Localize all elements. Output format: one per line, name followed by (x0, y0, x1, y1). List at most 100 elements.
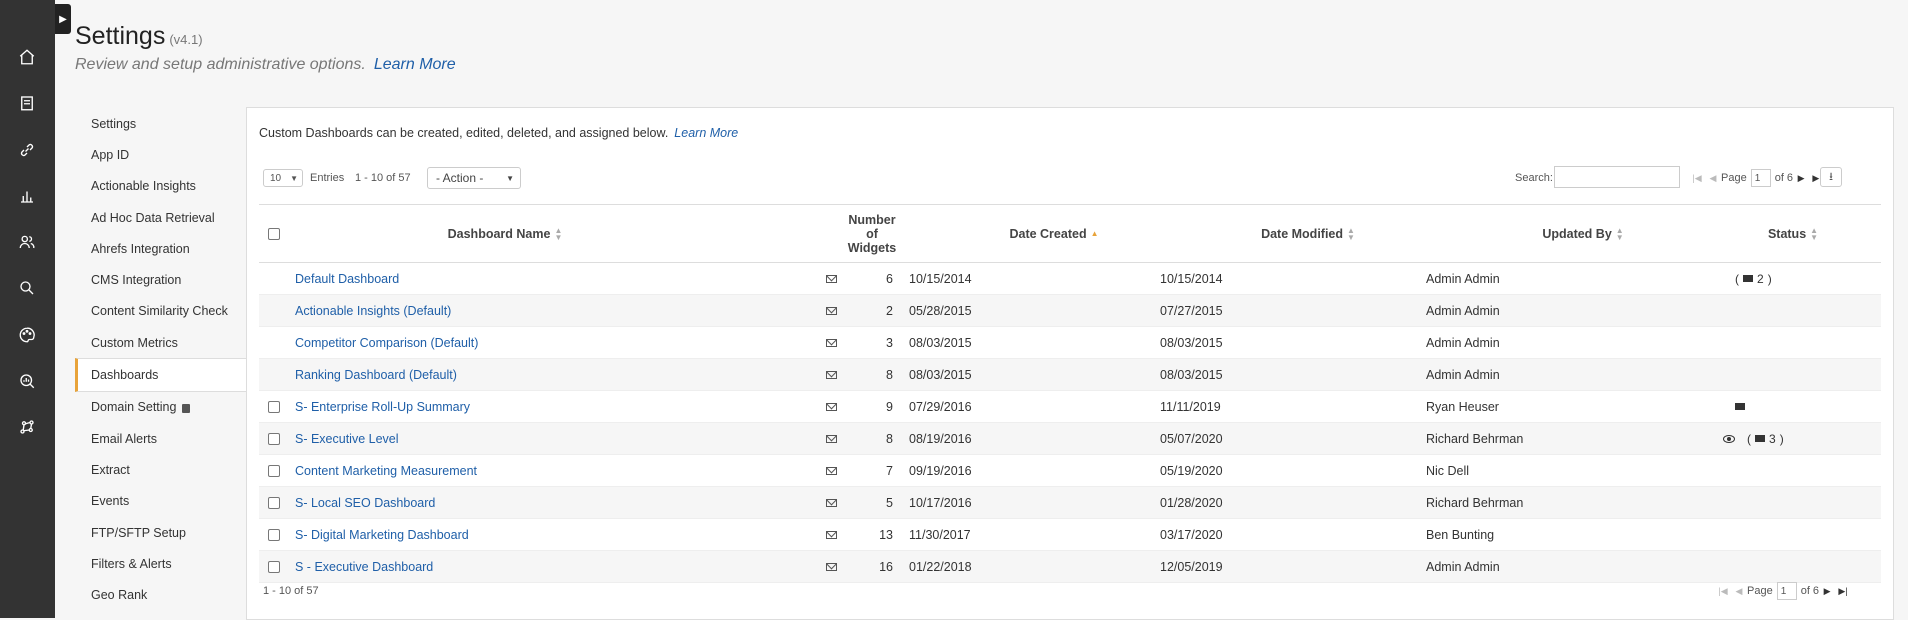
table-cell (821, 487, 841, 518)
network-icon[interactable] (16, 416, 38, 438)
panel-learn-more-link[interactable]: Learn More (674, 126, 738, 140)
email-icon[interactable] (825, 338, 837, 347)
table-row[interactable]: S - Executive Dashboard 16 01/22/2018 12/05… (259, 551, 1881, 583)
col-date-created[interactable]: Date Created ▲ (979, 205, 1129, 262)
row-checkbox[interactable] (268, 528, 280, 541)
widget-count: 16 (879, 559, 893, 574)
settings-nav-item[interactable]: Ahrefs Integration (75, 233, 247, 264)
users-icon[interactable] (16, 231, 38, 253)
table-cell: Richard Behrman (1426, 423, 1586, 454)
dashboard-name-link[interactable]: S- Digital Marketing Dashboard (295, 528, 469, 542)
dashboard-name-link[interactable]: Competitor Comparison (Default) (295, 336, 478, 350)
settings-nav-item[interactable]: Extract (75, 454, 247, 485)
settings-nav-item[interactable]: CMS Integration (75, 264, 247, 295)
row-checkbox[interactable] (268, 560, 280, 573)
row-checkbox[interactable] (268, 432, 280, 445)
widget-count: 5 (886, 495, 893, 510)
dashboard-name-link[interactable]: S - Executive Dashboard (295, 560, 433, 574)
dashboard-name-link[interactable]: Content Marketing Measurement (295, 464, 477, 478)
date-modified: 10/15/2014 (1160, 271, 1223, 286)
download-button[interactable]: ⭳ (1820, 167, 1842, 187)
magnify-chart-icon[interactable] (16, 370, 38, 392)
settings-nav-item[interactable]: Email Alerts (75, 423, 247, 454)
dashboard-name-link[interactable]: S- Enterprise Roll-Up Summary (295, 400, 470, 414)
bar-chart-icon[interactable] (16, 185, 38, 207)
table-cell: S- Enterprise Roll-Up Summary (295, 391, 715, 422)
settings-nav-item[interactable]: Actionable Insights (75, 171, 247, 202)
table-cell (821, 455, 841, 486)
table-cell (821, 423, 841, 454)
settings-nav-item[interactable]: Filters & Alerts (75, 548, 247, 579)
table-cell (267, 519, 281, 550)
dashboard-name-link[interactable]: S- Executive Level (295, 432, 399, 446)
email-icon[interactable] (825, 562, 837, 571)
row-checkbox[interactable] (268, 400, 280, 413)
email-icon[interactable] (825, 466, 837, 475)
search-input[interactable] (1554, 166, 1680, 188)
prev-page-icon[interactable]: ◀ (1731, 583, 1747, 599)
document-icon[interactable] (16, 92, 38, 114)
download-icon: ⭳ (1829, 170, 1833, 183)
settings-nav-item[interactable]: Domain Setting (75, 392, 247, 423)
table-cell (821, 295, 841, 326)
row-checkbox[interactable] (268, 496, 280, 509)
settings-nav-item-label: Ahrefs Integration (91, 241, 190, 256)
entries-select[interactable]: 10 ▼ (263, 169, 303, 187)
email-icon[interactable] (825, 274, 837, 283)
first-page-icon[interactable]: |◀ (1715, 583, 1731, 599)
prev-page-icon[interactable]: ◀ (1705, 170, 1721, 186)
settings-nav-item[interactable]: App ID (75, 139, 247, 170)
select-all-checkbox[interactable] (268, 227, 280, 240)
settings-nav-item[interactable]: Dashboards (75, 358, 247, 392)
page-input[interactable]: 1 (1776, 582, 1797, 600)
home-icon[interactable] (16, 46, 38, 68)
search-icon[interactable] (16, 277, 38, 299)
settings-nav-item[interactable]: Ad Hoc Data Retrieval (75, 202, 247, 233)
email-icon[interactable] (825, 370, 837, 379)
col-updated-by[interactable]: Updated By ▲ ▼ (1513, 205, 1653, 262)
table-row[interactable]: S- Enterprise Roll-Up Summary 9 07/29/2016… (259, 391, 1881, 423)
email-icon[interactable] (825, 434, 837, 443)
table-row[interactable]: Actionable Insights (Default) 2 05/28/2015… (259, 295, 1881, 327)
next-page-icon[interactable]: ▶ (1819, 583, 1835, 599)
last-page-icon[interactable]: ▶| (1835, 583, 1851, 599)
table-row[interactable]: Competitor Comparison (Default) 3 08/03/20… (259, 327, 1881, 359)
email-icon[interactable] (825, 402, 837, 411)
row-checkbox[interactable] (268, 464, 280, 477)
table-row[interactable]: Default Dashboard 6 10/15/2014 10/15/2014 Ad… (259, 263, 1881, 295)
table-row[interactable]: S- Executive Level 8 08/19/2016 05/07/2020 R… (259, 423, 1881, 455)
link-icon[interactable] (16, 139, 38, 161)
settings-nav-item[interactable]: Content Similarity Check (75, 296, 247, 327)
dashboard-name-link[interactable]: S- Local SEO Dashboard (295, 496, 435, 510)
table-cell: 08/19/2016 (909, 423, 1029, 454)
table-row[interactable]: S- Digital Marketing Dashboard 13 11/30/20… (259, 519, 1881, 551)
settings-nav-item-label: Dashboards (91, 368, 159, 383)
sidebar-toggle-button[interactable]: ▶ (55, 4, 71, 34)
settings-nav-item[interactable]: FTP/SFTP Setup (75, 517, 247, 548)
search-label: Search: (1515, 172, 1553, 184)
next-page-icon[interactable]: ▶ (1793, 170, 1809, 186)
col-date-modified[interactable]: Date Modified ▲ ▼ (1233, 205, 1383, 262)
learn-more-link[interactable]: Learn More (374, 56, 456, 73)
table-row[interactable]: S- Local SEO Dashboard 5 10/17/2016 01/28/2… (259, 487, 1881, 519)
caret-down-icon: ▼ (506, 173, 514, 183)
col-status[interactable]: Status ▲ ▼ (1753, 205, 1833, 262)
dashboard-name-link[interactable]: Ranking Dashboard (Default) (295, 368, 457, 382)
col-widgets[interactable]: Number of Widgets (837, 205, 907, 262)
table-row[interactable]: Content Marketing Measurement 7 09/19/2016… (259, 455, 1881, 487)
settings-nav-item[interactable]: Custom Metrics (75, 327, 247, 358)
dashboard-name-link[interactable]: Default Dashboard (295, 272, 399, 286)
email-icon[interactable] (825, 498, 837, 507)
settings-nav-item[interactable]: Geo Rank (75, 579, 247, 610)
settings-nav-item[interactable]: Settings (75, 108, 247, 139)
col-dashboard-name[interactable]: Dashboard Name ▲ ▼ (295, 205, 715, 262)
table-row[interactable]: Ranking Dashboard (Default) 8 08/03/2015 08… (259, 359, 1881, 391)
page-input[interactable]: 1 (1750, 169, 1771, 187)
settings-nav-item[interactable]: Events (75, 486, 247, 517)
email-icon[interactable] (825, 530, 837, 539)
action-select[interactable]: - Action - ▼ (427, 167, 521, 189)
dashboard-name-link[interactable]: Actionable Insights (Default) (295, 304, 451, 318)
first-page-icon[interactable]: |◀ (1689, 170, 1705, 186)
email-icon[interactable] (825, 306, 837, 315)
palette-icon[interactable] (16, 324, 38, 346)
